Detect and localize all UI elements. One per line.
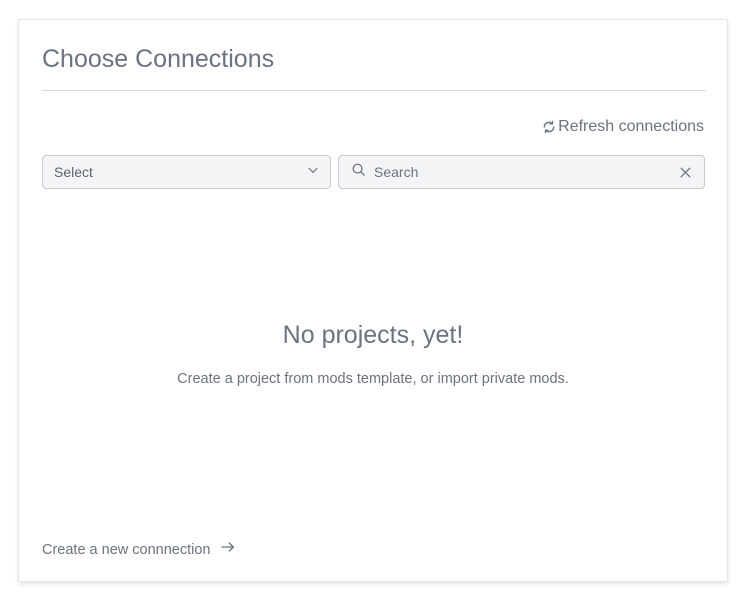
close-icon[interactable] xyxy=(679,166,692,179)
chevron-down-icon xyxy=(306,163,320,182)
choose-connections-panel: Choose Connections Refresh connections S… xyxy=(18,19,728,582)
refresh-connections-label: Refresh connections xyxy=(558,118,704,135)
arrow-right-icon xyxy=(220,540,236,559)
create-connection-label: Create a new connnection xyxy=(42,541,211,558)
select-value: Select xyxy=(54,164,93,180)
panel-title: Choose Connections xyxy=(42,45,275,73)
empty-state-message: Create a project from mods template, or … xyxy=(177,371,569,387)
search-icon xyxy=(351,162,366,182)
refresh-icon xyxy=(542,120,556,134)
search-box xyxy=(338,155,705,189)
refresh-connections-button[interactable]: Refresh connections xyxy=(542,118,704,136)
connection-type-select[interactable]: Select xyxy=(42,155,331,189)
create-connection-link[interactable]: Create a new connnection xyxy=(42,540,236,559)
search-input[interactable] xyxy=(366,157,679,187)
empty-state-title: No projects, yet! xyxy=(282,321,464,349)
title-divider xyxy=(42,90,706,91)
